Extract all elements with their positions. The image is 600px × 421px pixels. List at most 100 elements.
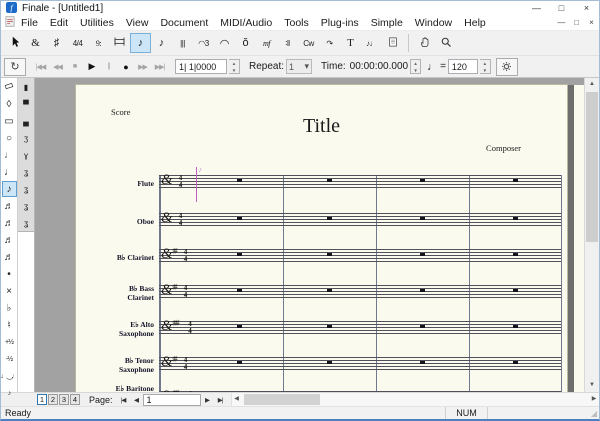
palette-whole-note[interactable]: ○ [2,130,17,146]
palette-double-whole-note[interactable]: ▭ [2,113,17,129]
maximize-button[interactable]: □ [549,1,574,16]
menu-edit[interactable]: Edit [44,17,74,29]
stop-button[interactable]: ■ [66,59,83,75]
text-tool-button[interactable]: T [340,33,361,53]
menu-view[interactable]: View [120,17,155,29]
previous-page-button[interactable]: ◀ [130,396,143,404]
menu-window[interactable]: Window [409,17,458,29]
menu-tools[interactable]: Tools [278,17,315,29]
spinner-down-icon[interactable]: ▼ [411,67,420,74]
menu-utilities[interactable]: Utilities [74,17,120,29]
staff-bb-tenor-saxophone[interactable]: & ♯♯ 4 4 [159,354,561,370]
note-mover-tool-button[interactable]: ♪♩ [361,33,382,53]
palette-natural[interactable]: ♮ [2,317,17,333]
repeat-dropdown[interactable]: 1 ▾ [286,59,313,74]
palette-quarter-note[interactable]: ♩ [2,164,17,180]
hand-grabber-tool-button[interactable] [414,33,435,53]
palette-sixteenth-note[interactable]: ♬ [2,198,17,214]
menu-document[interactable]: Document [154,17,214,29]
tuplet-tool-button[interactable]: ◠3 [193,33,214,53]
menu-midi-audio[interactable]: MIDI/Audio [214,17,278,29]
scroll-left-icon[interactable]: ◀ [232,393,242,406]
zoom-tool-button[interactable] [435,33,456,53]
key-signature-tool-button[interactable]: ♯ [46,33,67,53]
spinner-up-icon[interactable]: ▲ [411,60,420,67]
palette-double-sharp[interactable]: × [2,283,17,299]
score-page-2-edge[interactable] [574,85,584,392]
palette-whole-rest[interactable]: ▀ [19,96,34,112]
record-button[interactable]: ● [117,59,134,75]
minimize-button[interactable]: — [524,1,549,16]
palette-thirty-second-note[interactable]: ♬ [2,215,17,231]
staff-oboe[interactable]: & 4 4 [159,210,561,226]
hyperscribe-tool-button[interactable]: ||| [172,33,193,53]
speedy-entry-tool-button[interactable]: ♪ [151,33,172,53]
palette-tie[interactable]: ♩‿♩ [1,368,19,384]
palette-augmentation-dot[interactable]: • [2,266,17,282]
palette-eighth-note[interactable]: ♪ [1,181,17,197]
rewind-button[interactable]: ◀◀ [49,59,66,75]
repeat-tool-button[interactable]: ∶‖ [277,33,298,53]
palette-repitch[interactable]: ◊ [2,96,17,112]
rewind-to-start-button[interactable]: |◀◀ [32,59,49,75]
last-page-button[interactable]: ▶| [214,396,227,404]
smart-shape-tool-button[interactable]: ◠ [214,33,235,53]
measure-tool-button[interactable] [109,33,130,53]
chord-tool-button[interactable]: Cw [298,33,319,53]
time-signature-tool-button[interactable]: 4/4 [67,33,88,53]
view-tab-2[interactable]: 2 [48,394,58,405]
palette-half-note[interactable]: ♩ [2,147,17,163]
mdi-restore-button[interactable]: □ [569,16,584,30]
palette-quarter-rest[interactable]: ʒ [19,130,34,146]
spinner-up-icon[interactable]: ▲ [480,60,490,67]
mdi-minimize-button[interactable]: — [554,16,569,30]
vertical-scrollbar[interactable]: ▲ ▼ [584,78,599,392]
score-page-1[interactable]: Score Title Composer Flute & 4 4 ♪ Oboe & 4 4 B♭ … [76,85,567,392]
counter-spinner[interactable]: ▲ ▼ [229,59,240,74]
tempo-spinner[interactable]: ▲ ▼ [479,59,491,74]
play-button[interactable]: ▶ [83,59,100,75]
palette-thirty-second-rest[interactable]: ʓ [19,181,34,197]
palette-half-rest[interactable]: ▄ [19,113,34,129]
vertical-scroll-thumb[interactable] [586,92,598,242]
menu-plug-ins[interactable]: Plug-ins [315,17,365,29]
next-page-button[interactable]: ▶ [201,396,214,404]
palette-hundred-twenty-eighth-note[interactable]: ♬ [2,249,17,265]
menu-help[interactable]: Help [458,17,492,29]
expression-tool-button[interactable]: mf [256,33,277,53]
spinner-up-icon[interactable]: ▲ [229,60,239,67]
articulation-tool-button[interactable]: ŏ [235,33,256,53]
staff-eb-baritone[interactable]: &♯♯♯ 44 [159,388,561,392]
staff-bb-bass-clarinet[interactable]: & ♯♯ 4 4 [159,282,561,298]
palette-sixty-fourth-note[interactable]: ♬ [2,232,17,248]
horizontal-scroll-thumb[interactable] [243,394,320,405]
scroll-down-icon[interactable]: ▼ [585,379,599,392]
scroll-up-icon[interactable]: ▲ [585,78,599,91]
playback-loop-button[interactable]: ↻ [4,57,26,76]
tempo-field[interactable]: 120 [447,59,478,74]
menu-simple[interactable]: Simple [365,17,409,29]
palette-hundred-twenty-eighth-rest[interactable]: ʓ [19,215,34,231]
staff-bb-clarinet[interactable]: & ♯♯ 4 4 [159,246,561,262]
spinner-down-icon[interactable]: ▼ [229,67,239,74]
lyrics-tool-button[interactable]: ↷ [319,33,340,53]
first-page-button[interactable]: |◀ [117,396,130,404]
close-button[interactable]: × [574,1,599,16]
playback-settings-button[interactable] [495,57,518,76]
fast-forward-button[interactable]: ▶▶ [134,59,151,75]
view-tab-3[interactable]: 3 [59,394,69,405]
staff-tool-button[interactable]: & [25,33,46,53]
palette-eighth-rest[interactable]: ɣ [19,147,34,163]
horizontal-scrollbar[interactable]: ◀ ▶ [230,393,599,406]
mdi-close-button[interactable]: × [584,16,599,30]
staff-eb-alto-saxophone[interactable]: & ♯♯♯ 4 4 [159,318,561,334]
palette-half-step-up[interactable]: +½ [2,334,17,350]
pause-button[interactable]: || [100,59,117,75]
selection-tool-button[interactable] [4,33,25,53]
palette-double-whole-rest[interactable]: ▮ [19,79,34,95]
clef-tool-button[interactable]: 9: [88,33,109,53]
palette-half-step-down[interactable]: -½ [2,351,17,367]
simple-entry-tool-button[interactable]: ♪ [130,33,151,53]
resize-grip[interactable]: ◢ [587,409,599,418]
page-layout-tool-button[interactable] [382,33,403,53]
